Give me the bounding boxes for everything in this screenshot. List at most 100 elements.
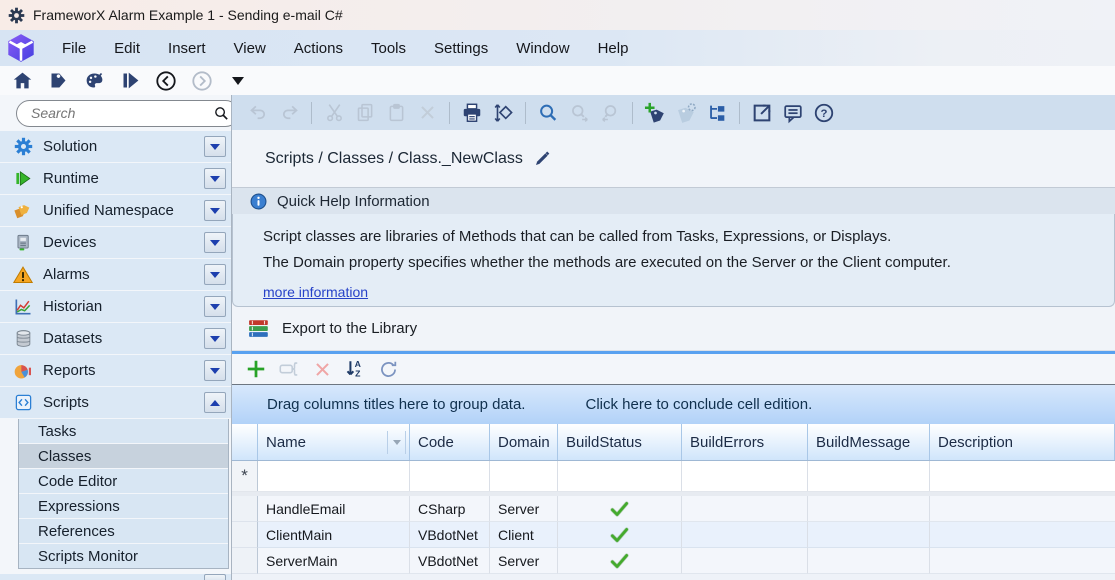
delete-row-icon[interactable] xyxy=(310,357,334,381)
navigate-back-icon[interactable] xyxy=(154,69,178,93)
menu-help[interactable]: Help xyxy=(584,34,643,63)
devices-expand-button[interactable] xyxy=(204,232,226,253)
runtime-expand-button[interactable] xyxy=(204,168,226,189)
sidebar-item-alarms[interactable]: Alarms xyxy=(0,259,231,290)
sidebar-item-historian[interactable]: Historian xyxy=(0,291,231,322)
table-cell[interactable] xyxy=(558,461,682,491)
search-input[interactable] xyxy=(31,105,213,121)
tag-settings-icon[interactable] xyxy=(674,101,698,125)
menu-view[interactable]: View xyxy=(220,34,280,63)
sidebar-item-scripts-monitor[interactable]: Scripts Monitor xyxy=(19,544,228,568)
cell-code[interactable]: VBdotNet xyxy=(410,548,490,574)
unified-namespace-expand-button[interactable] xyxy=(204,200,226,221)
column-header-builderrors[interactable]: BuildErrors xyxy=(682,424,808,460)
sidebar-item-solution[interactable]: Solution xyxy=(0,131,231,162)
menu-file[interactable]: File xyxy=(48,34,100,63)
menu-window[interactable]: Window xyxy=(502,34,583,63)
table-cell[interactable] xyxy=(808,461,930,491)
sidebar-item-code-editor[interactable]: Code Editor xyxy=(19,469,228,493)
alarms-expand-button[interactable] xyxy=(204,264,226,285)
datasets-expand-button[interactable] xyxy=(204,328,226,349)
table-cell[interactable] xyxy=(682,461,808,491)
breadcrumb[interactable]: Scripts / Classes / Class._NewClass xyxy=(265,150,523,168)
find-replace-icon[interactable] xyxy=(491,101,515,125)
zoom-icon[interactable] xyxy=(536,101,560,125)
help-icon[interactable]: ? xyxy=(812,101,836,125)
cell-name[interactable]: ServerMain xyxy=(258,548,410,574)
sidebar-item-scripts[interactable]: Scripts xyxy=(0,387,231,418)
sidebar-item-tasks[interactable]: Tasks xyxy=(19,419,228,443)
palette-icon[interactable] xyxy=(82,69,106,93)
cell-domain[interactable]: Client xyxy=(490,522,558,548)
group-drag-hint[interactable]: Drag columns titles here to group data. xyxy=(267,396,525,413)
table-cell[interactable] xyxy=(930,461,1115,491)
pencil-icon[interactable] xyxy=(533,150,551,168)
menu-tools[interactable]: Tools xyxy=(357,34,420,63)
table-cell[interactable] xyxy=(490,461,558,491)
cell-buildstatus[interactable] xyxy=(558,496,682,522)
export-to-library-button[interactable]: Export to the Library xyxy=(232,307,1115,351)
sidebar-item-unified-namespace[interactable]: Unified Namespace xyxy=(0,195,231,226)
runtime-play-icon[interactable] xyxy=(118,69,142,93)
sidebar-item-expressions[interactable]: Expressions xyxy=(19,494,228,518)
cell-domain[interactable]: Server xyxy=(490,496,558,522)
home-icon[interactable] xyxy=(10,69,34,93)
cell-builderrors[interactable] xyxy=(682,548,808,574)
history-dropdown-icon[interactable] xyxy=(226,69,250,93)
more-information-link[interactable]: more information xyxy=(263,284,368,300)
menu-settings[interactable]: Settings xyxy=(420,34,502,63)
cell-code[interactable]: CSharp xyxy=(410,496,490,522)
cell-description[interactable] xyxy=(930,548,1115,574)
add-row-icon[interactable] xyxy=(244,357,268,381)
column-header-code[interactable]: Code xyxy=(410,424,490,460)
new-row-marker[interactable]: * xyxy=(232,461,258,491)
print-icon[interactable] xyxy=(460,101,484,125)
undo-icon[interactable] xyxy=(246,101,270,125)
table-cell[interactable] xyxy=(258,461,410,491)
column-header-name[interactable]: Name xyxy=(258,424,410,460)
cell-buildmessage[interactable] xyxy=(808,548,930,574)
rename-icon[interactable] xyxy=(277,357,301,381)
column-header-buildstatus[interactable]: BuildStatus xyxy=(558,424,682,460)
tag-icon[interactable] xyxy=(46,69,70,93)
sidebar-item-datasets[interactable]: Datasets xyxy=(0,323,231,354)
conclude-edit-button[interactable]: Click here to conclude cell edition. xyxy=(585,396,812,413)
row-selector[interactable] xyxy=(232,522,258,548)
cell-code[interactable]: VBdotNet xyxy=(410,522,490,548)
find-previous-icon[interactable] xyxy=(598,101,622,125)
row-selector[interactable] xyxy=(232,548,258,574)
cell-description[interactable] xyxy=(930,496,1115,522)
sidebar-item-classes[interactable]: Classes xyxy=(19,444,228,468)
historian-expand-button[interactable] xyxy=(204,296,226,317)
sidebar-item-references[interactable]: References xyxy=(19,519,228,543)
sidebar-item-devices[interactable]: Devices xyxy=(0,227,231,258)
search-icon[interactable] xyxy=(213,105,230,122)
menu-insert[interactable]: Insert xyxy=(154,34,220,63)
cell-buildstatus[interactable] xyxy=(558,522,682,548)
paste-icon[interactable] xyxy=(384,101,408,125)
column-header-domain[interactable]: Domain xyxy=(490,424,558,460)
cell-builderrors[interactable] xyxy=(682,522,808,548)
column-header-description[interactable]: Description xyxy=(930,424,1115,460)
table-row[interactable]: ServerMain VBdotNet Server xyxy=(232,548,1115,574)
cell-name[interactable]: ClientMain xyxy=(258,522,410,548)
cell-name[interactable]: HandleEmail xyxy=(258,496,410,522)
menu-actions[interactable]: Actions xyxy=(280,34,357,63)
sidebar-item-reports[interactable]: Reports xyxy=(0,355,231,386)
column-header-buildmessage[interactable]: BuildMessage xyxy=(808,424,930,460)
find-next-icon[interactable] xyxy=(567,101,591,125)
table-row[interactable]: HandleEmail CSharp Server xyxy=(232,496,1115,522)
sidebar-item-partial[interactable] xyxy=(0,574,231,580)
reports-expand-button[interactable] xyxy=(204,360,226,381)
cell-buildmessage[interactable] xyxy=(808,522,930,548)
refresh-icon[interactable] xyxy=(376,357,400,381)
scripts-collapse-button[interactable] xyxy=(204,392,226,413)
open-external-icon[interactable] xyxy=(750,101,774,125)
row-selector[interactable] xyxy=(232,496,258,522)
sidebar-item-runtime[interactable]: Runtime xyxy=(0,163,231,194)
cut-icon[interactable] xyxy=(322,101,346,125)
table-row[interactable]: ClientMain VBdotNet Client xyxy=(232,522,1115,548)
cell-buildstatus[interactable] xyxy=(558,548,682,574)
new-row[interactable]: * xyxy=(232,461,1115,492)
cell-buildmessage[interactable] xyxy=(808,496,930,522)
